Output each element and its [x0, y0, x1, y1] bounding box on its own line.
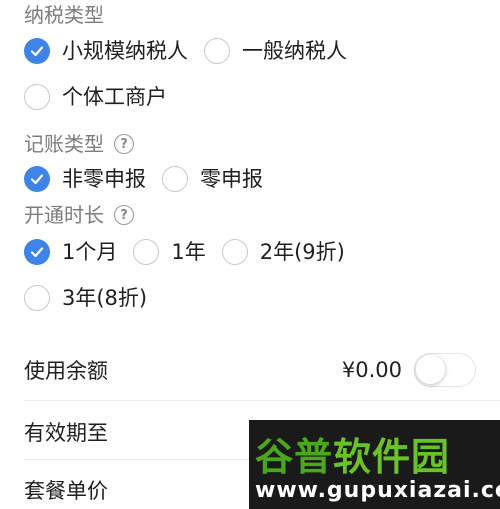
radio-checked-icon[interactable] — [24, 38, 50, 64]
radio-label[interactable]: 3年(8折) — [62, 283, 147, 313]
radio-label[interactable]: 2年(9折) — [260, 237, 345, 267]
radio-unchecked-icon[interactable] — [133, 239, 160, 265]
radio-label[interactable]: 1年 — [171, 237, 205, 267]
toggle-knob[interactable] — [416, 355, 445, 384]
radio-option-2-years[interactable]: 2年(9折) — [221, 237, 345, 267]
radio-option-1-year[interactable]: 1年 — [133, 237, 206, 267]
valid-until-label: 有效期至 — [24, 421, 108, 445]
radio-unchecked-icon[interactable] — [221, 239, 248, 265]
use-balance-row: 使用余额 ¥0.00 — [24, 342, 476, 398]
tax-type-options-row-2: 个体工商户 — [24, 82, 167, 112]
order-form: 纳税类型 小规模纳税人 一般纳税人 个体工商户 记账类型 ? 非零申报 零申报 … — [0, 0, 500, 509]
radio-option-zero-declaration[interactable]: 零申报 — [162, 164, 263, 194]
radio-unchecked-icon[interactable] — [24, 285, 50, 311]
help-icon[interactable]: ? — [114, 205, 134, 225]
unit-price-label: 套餐单价 — [24, 479, 108, 503]
duration-options-row-1: 1个月 1年 2年(9折) — [24, 237, 345, 267]
radio-option-1-month[interactable]: 1个月 — [24, 237, 117, 267]
radio-checked-icon[interactable] — [24, 166, 50, 192]
radio-option-general[interactable]: 一般纳税人 — [204, 36, 347, 66]
radio-option-non-zero-declaration[interactable]: 非零申报 — [24, 164, 146, 194]
watermark-url: www.gupuxiazai.com — [255, 478, 500, 503]
radio-option-3-years[interactable]: 3年(8折) — [24, 283, 147, 313]
duration-options-row-2: 3年(8折) — [24, 283, 147, 313]
balance-right: ¥0.00 — [342, 353, 476, 387]
duration-title-text: 开通时长 — [24, 203, 104, 227]
tax-type-title-text: 纳税类型 — [24, 3, 104, 27]
radio-label[interactable]: 个体工商户 — [62, 82, 167, 112]
radio-label[interactable]: 零申报 — [200, 164, 263, 194]
radio-label[interactable]: 非零申报 — [62, 164, 146, 194]
bookkeeping-type-options-row: 非零申报 零申报 — [24, 164, 263, 194]
help-icon[interactable]: ? — [114, 134, 134, 154]
balance-amount: ¥0.00 — [341, 358, 402, 382]
tax-type-title: 纳税类型 — [24, 3, 104, 27]
watermark-title-part1: 谷普 — [255, 435, 334, 479]
bookkeeping-type-title-text: 记账类型 — [24, 132, 104, 156]
radio-unchecked-icon[interactable] — [162, 166, 188, 192]
watermark-title: 谷普软件园 — [255, 426, 450, 481]
radio-label[interactable]: 小规模纳税人 — [62, 36, 188, 66]
use-balance-toggle[interactable] — [414, 353, 476, 387]
bookkeeping-type-title: 记账类型 ? — [24, 132, 134, 156]
use-balance-label: 使用余额 — [24, 359, 108, 383]
radio-unchecked-icon[interactable] — [204, 38, 230, 64]
watermark-title-part2: 软件园 — [333, 435, 451, 479]
duration-title: 开通时长 ? — [24, 203, 134, 227]
radio-option-small-scale[interactable]: 小规模纳税人 — [24, 36, 188, 66]
watermark-logo: 谷普软件园 www.gupuxiazai.com — [249, 420, 500, 509]
divider — [24, 400, 500, 401]
tax-type-options-row-1: 小规模纳税人 一般纳税人 — [24, 36, 347, 66]
radio-label[interactable]: 一般纳税人 — [242, 36, 347, 66]
radio-label[interactable]: 1个月 — [62, 237, 117, 267]
radio-unchecked-icon[interactable] — [24, 84, 50, 110]
radio-option-individual-business[interactable]: 个体工商户 — [24, 82, 167, 112]
radio-checked-icon[interactable] — [24, 239, 50, 265]
